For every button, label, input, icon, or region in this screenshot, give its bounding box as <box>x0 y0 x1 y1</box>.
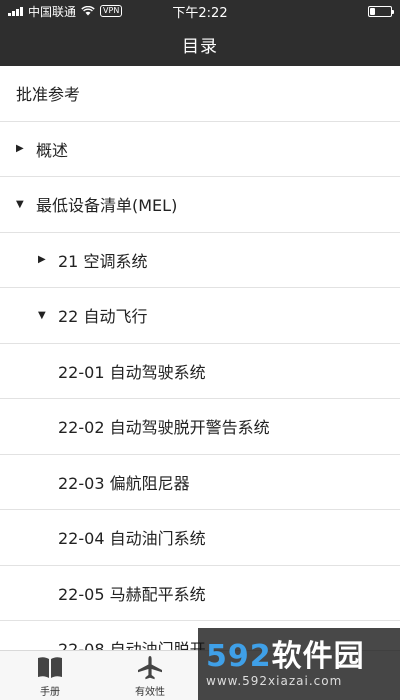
toc-item-label: 批准参考 <box>16 85 81 105</box>
vpn-badge: VPN <box>100 5 123 17</box>
toc-item-label: 22-03 偏航阻尼器 <box>58 473 190 493</box>
toc-item-label: 22-08 自动油门脱开 <box>58 640 206 650</box>
toc-item-mel[interactable]: ▼ 最低设备清单(MEL) <box>0 177 400 233</box>
airplane-icon <box>138 656 162 680</box>
toc-item-label: 22-05 马赫配平系统 <box>58 584 206 604</box>
caret-right-icon: ▶ <box>16 143 24 155</box>
caret-down-icon: ▼ <box>16 198 24 210</box>
toc-item-label: 概述 <box>36 140 69 160</box>
page-title: 目录 <box>182 36 218 57</box>
watermark-digits: 592 <box>206 639 272 674</box>
carrier-label: 中国联通 <box>28 4 77 19</box>
status-bar: 中国联通 VPN 下午2:22 <box>0 0 400 22</box>
toc-item-22-05[interactable]: 22-05 马赫配平系统 <box>0 566 400 621</box>
watermark-text: 软件园 <box>271 639 365 674</box>
tab-manual[interactable]: 手册 <box>0 651 100 700</box>
wifi-icon <box>81 6 95 16</box>
watermark-logo: 592软件园 www.592xiazai.com <box>198 628 400 700</box>
watermark-url: www.592xiazai.com <box>206 674 343 688</box>
toc-item-22-03[interactable]: 22-03 偏航阻尼器 <box>0 455 400 510</box>
toc-item-label: 22-01 自动驾驶系统 <box>58 362 206 382</box>
toc-item-21-air-conditioning[interactable]: ▶ 21 空调系统 <box>0 233 400 288</box>
battery-icon <box>368 5 394 17</box>
toc-item-label: 22-04 自动油门系统 <box>58 529 206 549</box>
nav-bar: 目录 <box>0 22 400 66</box>
status-left: 中国联通 VPN <box>8 3 368 20</box>
tab-label: 有效性 <box>135 687 165 698</box>
tab-label: 手册 <box>40 687 60 698</box>
toc-item-label: 22 自动飞行 <box>58 307 148 327</box>
toc-item-22-01[interactable]: 22-01 自动驾驶系统 <box>0 344 400 399</box>
toc-item-22-02[interactable]: 22-02 自动驾驶脱开警告系统 <box>0 399 400 455</box>
book-icon <box>38 657 62 678</box>
toc-item-22-auto-flight[interactable]: ▼ 22 自动飞行 <box>0 288 400 344</box>
toc-list[interactable]: 批准参考 ▶ 概述 ▼ 最低设备清单(MEL) ▶ 21 空调系统 ▼ 22 自… <box>0 66 400 650</box>
signal-icon <box>8 6 23 16</box>
tab-effectivity[interactable]: 有效性 <box>100 651 200 700</box>
toc-item-label: 最低设备清单(MEL) <box>36 196 178 216</box>
toc-item-label: 21 空调系统 <box>58 251 148 271</box>
toc-item-overview[interactable]: ▶ 概述 <box>0 122 400 177</box>
watermark-brand: 592软件园 <box>206 640 400 674</box>
caret-down-icon: ▼ <box>38 309 46 321</box>
toc-item-label: 22-02 自动驾驶脱开警告系统 <box>58 418 270 438</box>
caret-right-icon: ▶ <box>38 254 46 266</box>
toc-item-approval-reference[interactable]: 批准参考 <box>0 66 400 122</box>
toc-item-22-04[interactable]: 22-04 自动油门系统 <box>0 510 400 566</box>
